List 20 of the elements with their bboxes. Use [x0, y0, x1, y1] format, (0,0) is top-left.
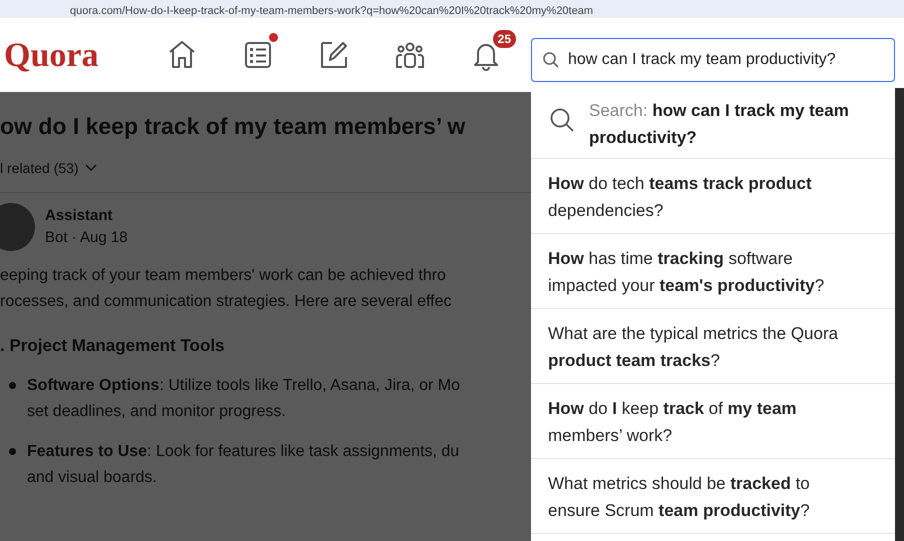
bullet-icon [9, 382, 16, 388]
bullet-text: set deadlines, and monitor progress. [27, 402, 286, 422]
bullet-text: Software Options: Utilize tools like Trello, Asana, Jira, or Mo [27, 376, 460, 396]
post-meta: Bot · Aug 18 [45, 228, 128, 248]
chevron-down-icon [84, 164, 97, 172]
scrollbar[interactable] [895, 88, 904, 541]
avatar-icon [0, 203, 35, 251]
answer-text: rocesses, and communication strategies. Here are several effec [0, 292, 452, 312]
search-field[interactable]: how can I track my team productivity? [531, 38, 895, 82]
section-heading: . Project Management Tools [0, 335, 225, 357]
quora-logo[interactable]: Quora [4, 30, 154, 80]
question-title: ow do I keep track of my team members’ w [0, 112, 466, 141]
bullet-text: and visual boards. [27, 468, 157, 488]
list-icon[interactable] [242, 39, 274, 71]
bullet-text: Features to Use: Look for features like task assignments, du [27, 442, 460, 462]
notification-badge: 25 [492, 30, 516, 48]
search-icon [542, 51, 560, 69]
search-icon [549, 107, 575, 133]
answer-text: eeping track of your team members' work can be achieved thro [0, 266, 446, 286]
bullet-icon [9, 448, 16, 454]
